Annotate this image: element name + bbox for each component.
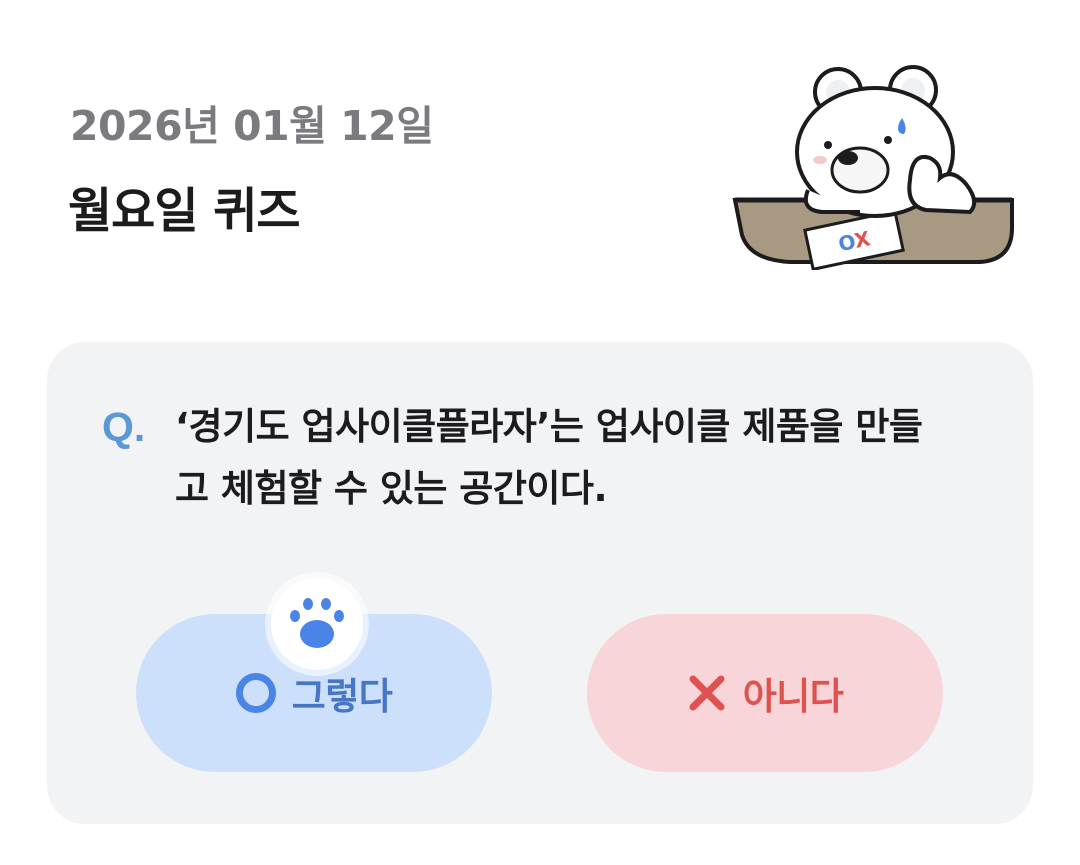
quiz-card: Q. ‘경기도 업사이클플라자’는 업사이클 제품을 만들고 체험할 수 있는 … [47,342,1033,824]
answer-no-label: 아니다 [742,675,844,718]
answer-no-button[interactable]: 아니다 [587,614,943,772]
page-title: 월요일 퀴즈 [68,183,301,239]
question-marker: Q. [102,404,146,450]
question-text: ‘경기도 업사이클플라자’는 업사이클 제품을 만들고 체험할 수 있는 공간이… [175,405,923,510]
circle-o-icon [235,673,276,713]
x-icon [689,675,725,711]
quiz-date: 2026년 01월 12일 [70,102,434,150]
answer-yes-label: 그렇다 [291,675,393,718]
polar-bear-mascot-icon: OX [732,65,1014,270]
paw-icon [271,578,363,670]
